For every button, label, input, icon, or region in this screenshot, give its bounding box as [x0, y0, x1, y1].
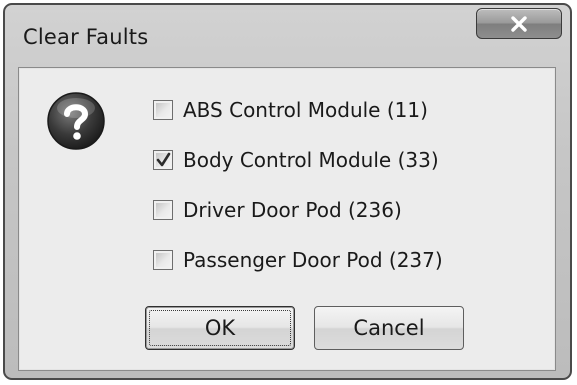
body-module-label[interactable]: Body Control Module (33): [183, 148, 439, 172]
ok-button-label: OK: [204, 316, 236, 340]
module-row-abs[interactable]: ABS Control Module (11): [153, 97, 443, 122]
title-bar[interactable]: Clear Faults: [5, 5, 570, 69]
module-row-body[interactable]: Body Control Module (33): [153, 147, 443, 172]
close-icon: [510, 15, 528, 32]
driver-door-checkbox[interactable]: [153, 199, 173, 220]
close-button[interactable]: [476, 8, 562, 39]
module-row-driver-door[interactable]: Driver Door Pod (236): [153, 197, 443, 222]
module-checklist: ABS Control Module (11) Body Control Mod…: [153, 97, 443, 297]
ok-button[interactable]: OK: [145, 306, 295, 350]
abs-module-checkbox[interactable]: [153, 99, 173, 120]
clear-faults-dialog: Clear Faults ABS Control Module (11) Bod…: [3, 3, 572, 380]
dialog-body: ABS Control Module (11) Body Control Mod…: [18, 67, 556, 371]
dialog-title: Clear Faults: [23, 25, 149, 49]
passenger-door-label[interactable]: Passenger Door Pod (237): [183, 248, 443, 272]
question-icon: [46, 91, 106, 151]
checkmark-icon: [156, 152, 171, 166]
cancel-button[interactable]: Cancel: [314, 306, 464, 350]
driver-door-label[interactable]: Driver Door Pod (236): [183, 198, 402, 222]
module-row-passenger-door[interactable]: Passenger Door Pod (237): [153, 247, 443, 272]
passenger-door-checkbox[interactable]: [153, 249, 173, 270]
cancel-button-label: Cancel: [353, 316, 425, 340]
body-module-checkbox[interactable]: [153, 149, 173, 170]
abs-module-label[interactable]: ABS Control Module (11): [183, 98, 428, 122]
